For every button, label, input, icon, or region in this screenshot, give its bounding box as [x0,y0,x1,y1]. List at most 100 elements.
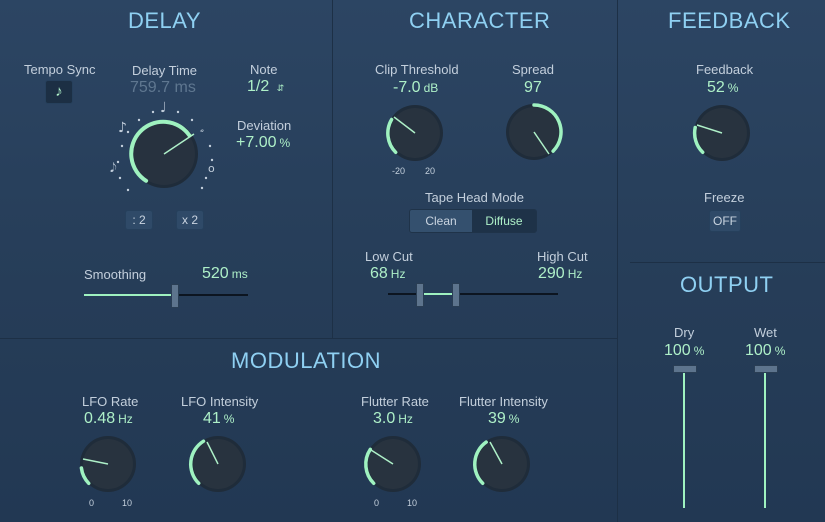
high-cut-value: 290 [538,265,565,282]
lfo-rate-unit: Hz [118,412,133,426]
clip-threshold-max: 20 [425,166,436,176]
output-section-title: OUTPUT [680,272,774,297]
feedback-section-title: FEEDBACK [668,8,791,33]
clip-threshold-value: -7.0 [393,79,421,96]
dry-value-wrap[interactable]: 100% [664,342,704,360]
wet-unit: % [774,344,786,358]
dry-fader-handle[interactable] [673,365,697,373]
smoothing-unit: ms [231,267,248,281]
svg-text:𝅗: 𝅗 [200,121,204,136]
character-section-title: CHARACTER [409,8,551,33]
divider-modulation-top [0,338,617,339]
lfo-rate-min: 0 [89,498,95,508]
svg-text:♩: ♩ [160,100,167,116]
cut-range-fill [420,293,456,295]
deviation-unit: % [279,136,291,150]
smoothing-value-wrap: 520 ms [202,265,248,283]
clip-threshold-min: -20 [392,166,406,176]
low-cut-value: 68 [370,265,388,282]
tape-head-mode-label: Tape Head Mode [425,190,525,205]
flutter-rate-unit: Hz [398,412,413,426]
smoothing-label: Smoothing [84,267,147,282]
flutter-rate-label: Flutter Rate [361,394,429,409]
clip-threshold-knob[interactable] [383,101,447,165]
flutter-rate-value: 3.0 [373,410,396,427]
stepper-icon: ⇵ [276,83,285,93]
flutter-intensity-knob[interactable] [470,432,534,496]
low-cut-value-wrap[interactable]: 68 Hz [370,265,405,283]
spread-knob[interactable] [502,100,566,164]
flutter-intensity-unit: % [508,412,520,426]
flutter-intensity-value-wrap[interactable]: 39% [488,410,519,428]
divide-by-two-button[interactable]: : 2 [125,210,153,230]
note-label: Note [250,62,278,77]
feedback-value: 52 [707,79,725,96]
dry-fader-track[interactable] [683,368,685,508]
note-select[interactable]: 1/2 ⇵ [247,78,284,96]
wet-label: Wet [754,325,777,340]
delay-time-value: 759.7 ms [130,79,196,96]
modulation-section-title: MODULATION [231,348,382,373]
delay-time-label: Delay Time [132,63,198,78]
freeze-button[interactable]: OFF [709,210,741,232]
wet-value: 100 [745,342,772,359]
wet-fader-handle[interactable] [754,365,778,373]
lfo-intensity-knob[interactable] [186,432,250,496]
spread-value[interactable]: 97 [524,79,542,97]
cut-range-track[interactable] [388,293,558,295]
lfo-rate-knob[interactable] [76,432,140,496]
tape-mode-diffuse[interactable]: Diffuse [472,210,536,232]
lfo-intensity-unit: % [223,412,235,426]
deviation-label: Deviation [237,118,292,133]
lfo-intensity-label: LFO Intensity [181,394,259,409]
divider-output-top [630,262,825,263]
delay-section-title: DELAY [128,8,202,33]
flutter-rate-min: 0 [374,498,380,508]
feedback-unit: % [727,81,739,95]
lfo-rate-value: 0.48 [84,410,116,427]
high-cut-label: High Cut [537,249,588,264]
note-value: 1/2 [247,78,270,95]
clip-threshold-unit: dB [423,81,439,95]
low-cut-handle[interactable] [416,283,424,307]
high-cut-unit: Hz [567,267,583,281]
flutter-rate-knob[interactable] [361,432,425,496]
dry-label: Dry [674,325,695,340]
lfo-rate-value-wrap[interactable]: 0.48 Hz [84,410,133,428]
flutter-rate-value-wrap[interactable]: 3.0 Hz [373,410,413,428]
tempo-sync-button[interactable]: ♪ [45,80,73,104]
deviation-value-wrap[interactable]: +7.00% [236,134,290,152]
lfo-rate-label: LFO Rate [82,394,139,409]
lfo-intensity-value-wrap[interactable]: 41% [203,410,234,428]
tempo-sync-label: Tempo Sync [24,62,96,77]
freeze-label: Freeze [704,190,745,205]
low-cut-label: Low Cut [365,249,413,264]
flutter-rate-max: 10 [407,498,418,508]
feedback-value-wrap[interactable]: 52% [707,79,738,97]
svg-text:♪: ♪ [118,120,127,136]
svg-text:𝅘𝅥𝅮: 𝅘𝅥𝅮 [110,161,117,176]
smoothing-slider-fill [84,294,174,296]
divider-delay-character [332,0,333,338]
smoothing-value: 520 [202,265,229,282]
clip-threshold-value-wrap[interactable]: -7.0 dB [393,79,438,97]
smoothing-slider-handle[interactable] [171,284,179,308]
flutter-intensity-value: 39 [488,410,506,427]
lfo-rate-max: 10 [122,498,133,508]
feedback-knob[interactable] [690,101,754,165]
tape-head-mode-selector[interactable]: Clean Diffuse [409,209,537,233]
wet-fader-track[interactable] [764,368,766,508]
spread-label: Spread [512,62,554,77]
svg-text:o: o [208,162,215,175]
tape-mode-clean[interactable]: Clean [410,210,472,232]
wet-value-wrap[interactable]: 100% [745,342,785,360]
multiply-by-two-button[interactable]: x 2 [176,210,204,230]
lfo-intensity-value: 41 [203,410,221,427]
clip-threshold-label: Clip Threshold [375,62,459,77]
divider-character-feedback [617,0,618,522]
delay-time-knob[interactable]: 𝅘𝅥𝅮 ♪ ♩ 𝅗 o [106,98,226,198]
high-cut-handle[interactable] [452,283,460,307]
dry-unit: % [693,344,705,358]
deviation-value: +7.00 [236,134,277,151]
high-cut-value-wrap[interactable]: 290 Hz [538,265,582,283]
